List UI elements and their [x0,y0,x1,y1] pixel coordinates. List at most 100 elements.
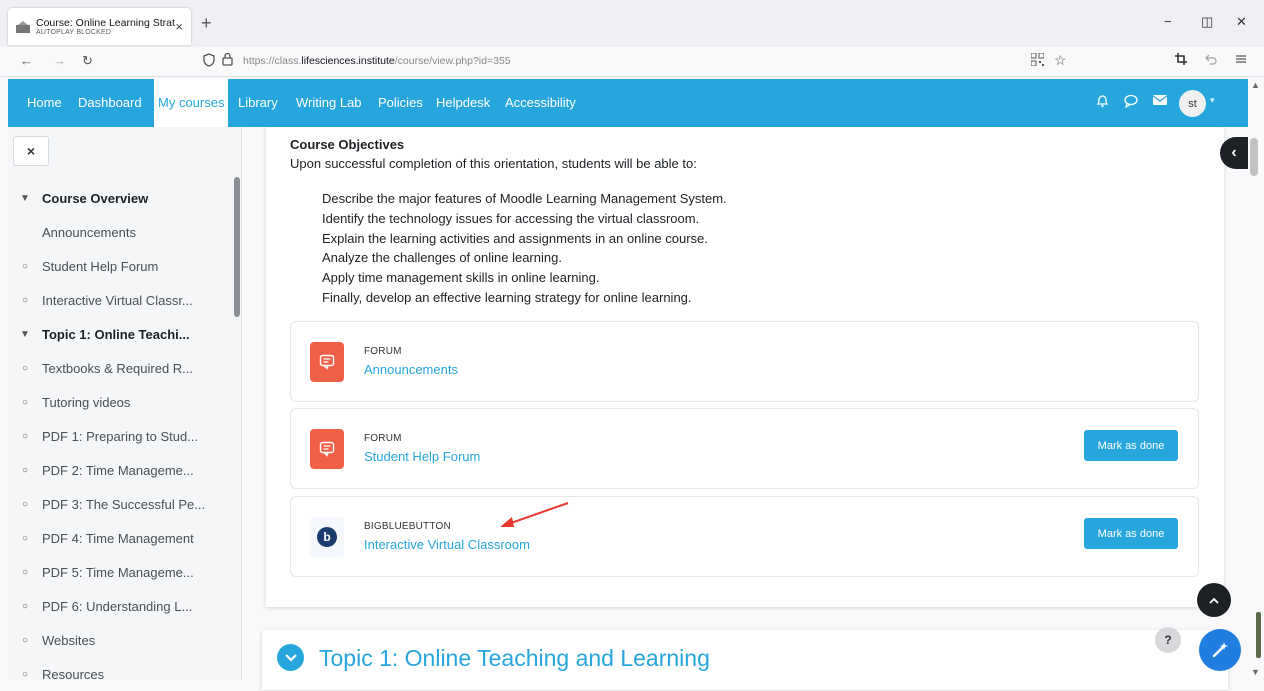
drawer-close-button[interactable]: × [13,136,49,166]
course-objectives-heading: Course Objectives [290,137,405,152]
course-index-item[interactable]: ○ Interactive Virtual Classr... [8,283,228,317]
scroll-up-arrow-icon[interactable]: ▲ [1251,80,1260,90]
circle-outline-icon: ○ [21,634,29,646]
nav-home[interactable]: Home [27,95,62,110]
lock-icon[interactable] [222,52,233,66]
circle-outline-icon: ○ [21,600,29,612]
mail-envelope-icon[interactable] [1153,94,1167,106]
course-index-drawer: × ▼ Course Overview Announcements ○ Stud… [8,127,242,682]
forum-icon [310,342,344,382]
course-index-item[interactable]: ○ Textbooks & Required R... [8,351,228,385]
tab-subtitle: AUTOPLAY BLOCKED [36,29,112,36]
back-icon[interactable]: ← [20,53,33,68]
circle-outline-icon: ○ [21,566,29,578]
objective-item: Explain the learning activities and assi… [322,230,708,246]
topic-1-section: Topic 1: Online Teaching and Learning [262,630,1228,690]
nav-helpdesk[interactable]: Helpdesk [436,95,490,110]
user-avatar[interactable]: st [1179,90,1206,117]
undo-icon[interactable] [1205,53,1217,65]
objective-item: Identify the technology issues for acces… [322,210,700,226]
course-index-item[interactable]: ○ Resources [8,657,228,691]
objective-item: Analyze the challenges of online learnin… [322,250,562,266]
circle-outline-icon: ○ [21,260,29,272]
moodle-primary-nav: Home Dashboard My courses Library Writin… [8,79,1248,127]
activity-type-label: BIGBLUEBUTTON [364,521,451,532]
course-index-section[interactable]: ▼ Course Overview [8,181,228,215]
browser-tab-bar: Course: Online Learning Strat AUTOPLAY B… [0,0,1264,47]
notification-bell-icon[interactable] [1096,94,1109,108]
nav-accessibility[interactable]: Accessibility [505,95,576,110]
chevron-down-icon[interactable] [277,644,304,671]
chevron-down-icon: ▼ [20,328,30,340]
magic-wand-icon[interactable] [1199,629,1241,671]
objective-item: Finally, develop an effective learning s… [322,289,692,305]
window-close-icon[interactable]: ✕ [1236,14,1247,30]
nav-policies[interactable]: Policies [378,95,423,110]
tracking-shield-icon[interactable] [203,53,215,67]
bookmark-star-icon[interactable]: ☆ [1054,52,1067,69]
objective-item: Apply time management skills in online l… [322,270,600,286]
course-index-item[interactable]: ○ Student Help Forum [8,249,228,283]
activity-link[interactable]: Interactive Virtual Classroom [364,537,530,552]
url-input[interactable]: https://class.lifesciences.institute/cou… [243,55,511,67]
reload-icon[interactable]: ↻ [82,53,93,69]
mark-as-done-button[interactable]: Mark as done [1084,518,1178,549]
circle-outline-icon: ○ [21,498,29,510]
mark-as-done-button[interactable]: Mark as done [1084,430,1178,461]
objectives-list: Describe the major features of Moodle Le… [322,189,727,308]
forward-icon[interactable]: → [53,53,66,68]
scroll-down-arrow-icon[interactable]: ▼ [1251,667,1260,677]
nav-writing-lab[interactable]: Writing Lab [296,95,362,110]
course-index-item[interactable]: ○ PDF 4: Time Management [8,521,228,555]
nav-library[interactable]: Library [238,95,278,110]
minimize-icon[interactable]: − [1164,14,1172,29]
course-index-item[interactable]: ○ PDF 1: Preparing to Stud... [8,419,228,453]
tab-close-icon[interactable]: × [175,19,183,34]
circle-outline-icon: ○ [21,294,29,306]
new-tab-icon[interactable]: + [201,13,212,34]
course-index-item[interactable]: ○ PDF 2: Time Manageme... [8,453,228,487]
activity-interactive-virtual-classroom: b BIGBLUEBUTTON Interactive Virtual Clas… [290,496,1199,577]
page-scrollbar-thumb[interactable] [1250,138,1258,176]
open-block-drawer-chevron-left-icon[interactable]: ‹ [1220,137,1248,169]
browser-tab[interactable]: Course: Online Learning Strat AUTOPLAY B… [8,8,191,45]
tab-title: Course: Online Learning Strat [36,17,175,29]
course-index-item[interactable]: ○ PDF 3: The Successful Pe... [8,487,228,521]
circle-outline-icon: ○ [21,668,29,680]
moodle-favicon-icon [16,20,30,33]
restore-icon[interactable]: ◫ [1201,14,1213,30]
side-panel-handle[interactable] [1256,612,1261,658]
circle-outline-icon: ○ [21,430,29,442]
activity-type-label: FORUM [364,433,402,444]
circle-outline-icon: ○ [21,532,29,544]
user-menu-chevron-down-icon[interactable]: ▾ [1210,95,1215,106]
activity-link[interactable]: Announcements [364,362,458,377]
circle-outline-icon: ○ [21,396,29,408]
drawer-scrollbar[interactable] [234,177,240,317]
course-index-item[interactable]: ○ PDF 6: Understanding L... [8,589,228,623]
chevron-down-icon: ▼ [20,192,30,204]
course-index-item[interactable]: ○ Websites [8,623,228,657]
bigbluebutton-icon: b [310,517,344,557]
messages-bubble-icon[interactable] [1124,94,1138,108]
course-index-item[interactable]: Announcements [8,215,228,249]
course-objectives-intro: Upon successful completion of this orien… [290,156,697,171]
course-index-item[interactable]: ○ Tutoring videos [8,385,228,419]
activity-link[interactable]: Student Help Forum [364,449,480,464]
course-index-section[interactable]: ▼ Topic 1: Online Teachi... [8,317,228,351]
help-button[interactable]: ? [1155,627,1181,653]
nav-my-courses[interactable]: My courses [154,79,229,127]
activity-student-help-forum: FORUM Student Help Forum Mark as done [290,408,1199,489]
back-to-top-button[interactable] [1197,583,1231,617]
menu-hamburger-icon[interactable] [1235,53,1247,65]
course-overview-section: Course Objectives Upon successful comple… [266,127,1224,607]
objective-item: Describe the major features of Moodle Le… [322,191,727,206]
course-index-item[interactable]: ○ PDF 5: Time Manageme... [8,555,228,589]
qr-code-icon[interactable] [1031,53,1044,66]
nav-dashboard[interactable]: Dashboard [78,95,142,110]
circle-outline-icon: ○ [21,464,29,476]
forum-icon [310,429,344,469]
crop-icon[interactable] [1175,53,1187,65]
browser-nav-bar: ← → ↻ https://class.lifesciences.institu… [0,47,1264,77]
topic-title[interactable]: Topic 1: Online Teaching and Learning [319,645,710,672]
